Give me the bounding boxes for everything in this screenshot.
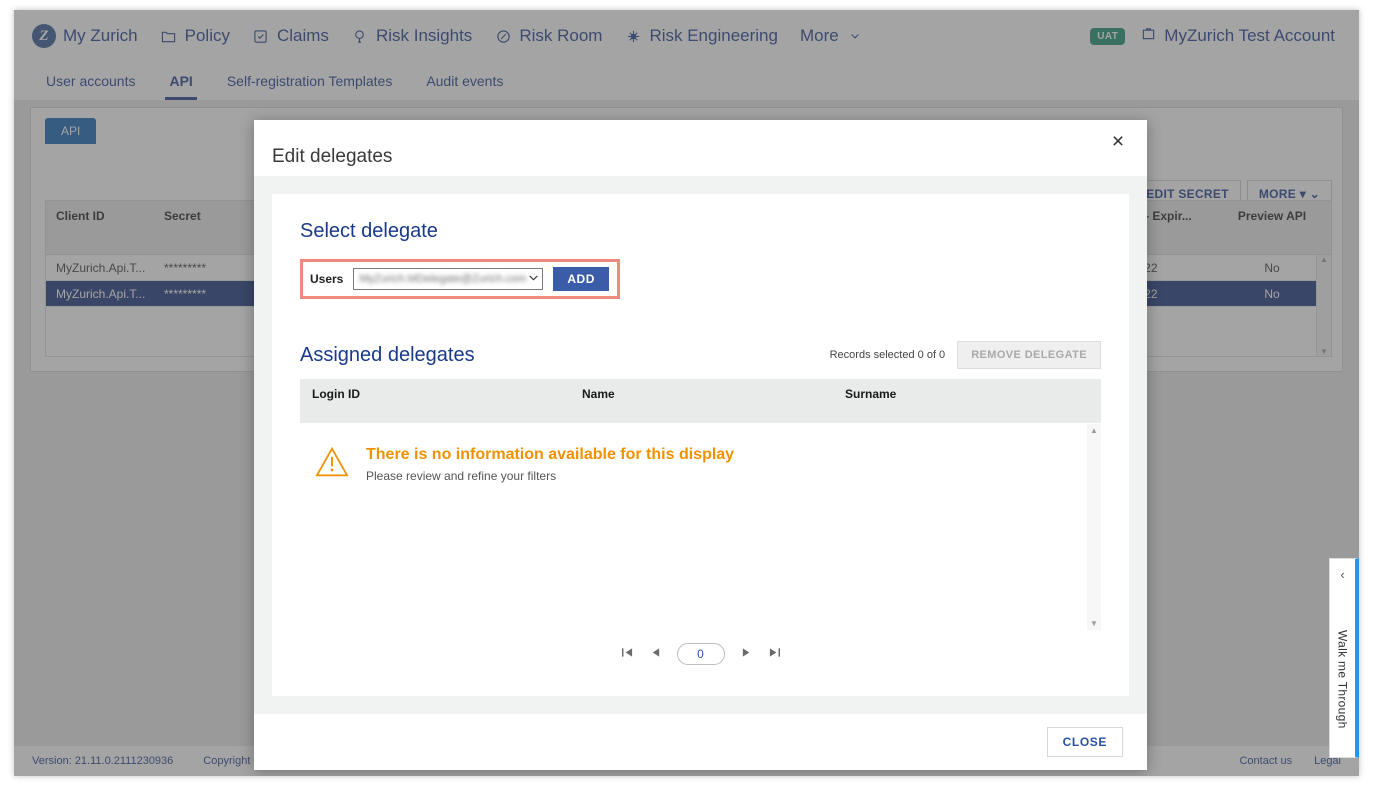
- users-select-highlight-group: Users MyZurich.MDelegate@Zurich.com ADD: [300, 259, 620, 299]
- app-root: Z My Zurich Policy Claims: [0, 0, 1373, 786]
- assigned-header-surname: Surname: [833, 379, 1101, 423]
- assigned-header-name: Name: [570, 379, 833, 423]
- records-selected-label: Records selected 0 of 0: [830, 349, 946, 361]
- users-select-value: MyZurich.MDelegate@Zurich.com: [359, 273, 526, 285]
- next-page-icon[interactable]: [741, 647, 752, 661]
- assigned-delegates-actions: Records selected 0 of 0 REMOVE DELEGATE: [830, 341, 1101, 369]
- assigned-grid-scrollbar[interactable]: ▲ ▼: [1087, 424, 1101, 630]
- dialog-footer: CLOSE: [254, 714, 1147, 770]
- close-icon[interactable]: ×: [1105, 128, 1131, 154]
- assigned-delegates-grid: Login ID Name Surname: [300, 379, 1101, 678]
- first-page-icon[interactable]: [621, 647, 634, 661]
- last-page-icon[interactable]: [768, 647, 781, 661]
- assigned-grid-body: There is no information available for th…: [300, 423, 1101, 630]
- pagination-controls: 0: [300, 630, 1101, 678]
- scroll-down-arrow-icon[interactable]: ▼: [1090, 619, 1098, 628]
- scroll-up-arrow-icon[interactable]: ▲: [1090, 426, 1098, 435]
- dialog-body: Select delegate Users MyZurich.MDelegate…: [254, 176, 1147, 714]
- previous-page-icon[interactable]: [650, 647, 661, 661]
- application-window: Z My Zurich Policy Claims: [14, 10, 1359, 776]
- select-delegate-heading: Select delegate: [300, 220, 1101, 243]
- assigned-delegates-heading: Assigned delegates: [300, 344, 475, 367]
- assigned-delegates-header: Assigned delegates Records selected 0 of…: [300, 341, 1101, 369]
- dialog-panel: Select delegate Users MyZurich.MDelegate…: [272, 194, 1129, 696]
- empty-state-text-group: There is no information available for th…: [366, 446, 734, 483]
- assigned-grid-header-row: Login ID Name Surname: [300, 379, 1101, 423]
- walk-me-through-tab[interactable]: ‹ Walk me Through: [1329, 558, 1359, 758]
- add-delegate-button[interactable]: ADD: [553, 267, 609, 291]
- close-button[interactable]: CLOSE: [1047, 727, 1123, 757]
- chevron-left-icon[interactable]: ‹: [1340, 567, 1344, 582]
- edit-delegates-dialog: Edit delegates × Select delegate Users M…: [254, 120, 1147, 770]
- assigned-header-login-id: Login ID: [300, 379, 570, 423]
- chevron-down-icon: [528, 274, 539, 285]
- users-select[interactable]: MyZurich.MDelegate@Zurich.com: [353, 268, 543, 290]
- dialog-title: Edit delegates: [272, 146, 392, 168]
- walk-me-through-label: Walk me Through: [1336, 630, 1350, 729]
- empty-state-message: There is no information available for th…: [300, 424, 1101, 483]
- dialog-header: Edit delegates ×: [254, 120, 1147, 176]
- remove-delegate-button[interactable]: REMOVE DELEGATE: [957, 341, 1101, 369]
- users-label: Users: [310, 272, 343, 286]
- empty-state-title: There is no information available for th…: [366, 446, 734, 464]
- empty-state-subtitle: Please review and refine your filters: [366, 469, 734, 483]
- warning-triangle-icon: [314, 446, 350, 478]
- current-page-input[interactable]: 0: [677, 643, 725, 665]
